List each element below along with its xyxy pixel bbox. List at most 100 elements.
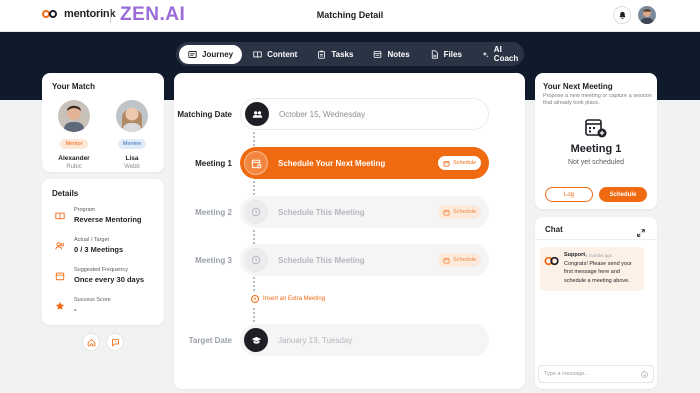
timeline-connector (253, 132, 255, 146)
graduation-cap-icon (244, 328, 268, 352)
meeting-3-label: Meeting 3 (195, 256, 232, 265)
message-time: 5 months ago (585, 252, 613, 258)
chat-title: Chat (545, 225, 563, 234)
log-button[interactable]: Log (545, 187, 593, 202)
detail-value: 0 / 3 Meetings (74, 245, 124, 254)
timeline-connector (253, 181, 255, 195)
chat-input[interactable] (544, 371, 634, 377)
mentor-badge: Mentor (60, 139, 88, 149)
people-icon (54, 240, 66, 252)
details-card: Details Program Reverse Mentoring Actual … (42, 179, 164, 325)
target-date-value: January 13, Tuesday (278, 335, 353, 345)
calendar-add-icon (585, 118, 607, 143)
your-match-card: Your Match Mentor Alexander Rubic Mentee… (42, 73, 164, 172)
meeting-2-row[interactable]: Schedule This Meeting Schedule (240, 196, 489, 228)
meeting-3-text: Schedule This Meeting (278, 255, 365, 265)
schedule-chip-label: Schedule (453, 160, 476, 166)
home-button[interactable] (82, 333, 100, 351)
support-avatar-icon (544, 253, 560, 271)
detail-meetings: Actual / Target 0 / 3 Meetings (54, 237, 164, 254)
meeting-1-text: Schedule Your Next Meeting (278, 158, 386, 168)
detail-value: Reverse Mentoring (74, 215, 142, 224)
schedule-chip-label: Schedule (453, 209, 476, 215)
mentor-avatar (58, 100, 90, 132)
chat-input-box (538, 365, 654, 383)
book-icon (54, 210, 66, 222)
insert-extra-meeting-label: Insert an Extra Meeting (263, 296, 326, 302)
mentee-profile[interactable]: Mentee Lisa Webb (109, 100, 155, 170)
page-title: Matching Detail (316, 10, 384, 20)
your-match-title: Your Match (52, 82, 95, 91)
calendar-icon (54, 270, 66, 282)
tab-bar: Journey Content Tasks Notes Files AI Coa… (176, 42, 524, 66)
feedback-button[interactable] (106, 333, 124, 351)
file-icon (431, 49, 438, 59)
detail-value: - (74, 305, 77, 314)
tab-files[interactable]: Files (421, 45, 471, 64)
mentor-first-name: Alexander (58, 155, 90, 162)
insert-extra-meeting-button[interactable]: + Insert an Extra Meeting (251, 295, 325, 303)
detail-value: Once every 30 days (74, 275, 145, 284)
journey-icon (188, 50, 197, 58)
notifications-button[interactable] (613, 6, 631, 24)
timeline-connector (253, 230, 255, 244)
tab-label: Journey (202, 49, 234, 59)
top-bar: mentorink ZEN.AI Matching Detail (0, 0, 700, 32)
tab-content[interactable]: Content (244, 45, 306, 64)
meeting-2-text: Schedule This Meeting (278, 207, 365, 217)
notes-icon (374, 50, 382, 58)
next-meeting-subtitle: Propose a new meeting or capture a sessi… (543, 93, 652, 107)
clock-icon (244, 200, 268, 224)
tab-label: AI Coach (493, 45, 519, 63)
meeting-1-schedule-button[interactable]: Schedule (438, 156, 481, 170)
detail-label: Program (74, 207, 96, 213)
target-date-row: January 13, Tuesday (240, 324, 489, 356)
matching-date-value: October 15, Wednesday (279, 109, 366, 119)
mentor-last-name: Rubic (66, 164, 82, 170)
meeting-1-row[interactable]: Schedule Your Next Meeting Schedule (240, 147, 489, 179)
tab-label: Files (443, 49, 462, 59)
mentor-profile[interactable]: Mentor Alexander Rubic (51, 100, 97, 170)
tab-ai-coach[interactable]: AI Coach (473, 45, 529, 64)
tab-journey[interactable]: Journey (179, 44, 243, 64)
meeting-3-schedule-button[interactable]: Schedule (438, 253, 481, 267)
chat-card: Chat Support 5 months ago Congrats! Plea… (535, 217, 657, 389)
detail-label: Actual / Target (74, 237, 110, 243)
people-icon (245, 102, 269, 126)
timeline-connector (253, 308, 255, 322)
plus-icon: + (251, 295, 259, 303)
home-icon (87, 338, 95, 346)
clipboard-icon (318, 50, 326, 59)
message-icon (111, 338, 119, 347)
mentee-badge: Mentee (117, 139, 147, 149)
clock-icon (244, 248, 268, 272)
book-icon (253, 50, 262, 58)
next-meeting-name: Meeting 1 (570, 143, 622, 155)
detail-success-score: Success Score - (54, 297, 164, 314)
bell-icon (618, 11, 626, 19)
sparkle-icon (482, 51, 489, 57)
star-icon (54, 300, 66, 312)
tab-notes[interactable]: Notes (364, 45, 418, 64)
matching-date-label: Matching Date (177, 110, 232, 119)
tab-label: Content (267, 49, 298, 59)
detail-label: Suggested Frequency (74, 267, 128, 273)
mentee-avatar (116, 100, 148, 132)
mentee-last-name: Webb (124, 164, 140, 170)
message-text: Congrats! Please send your first message… (564, 261, 632, 284)
meeting-1-label: Meeting 1 (195, 159, 232, 168)
calendar-icon (443, 160, 450, 167)
chat-message: Support 5 months ago Congrats! Please se… (540, 247, 644, 291)
tab-tasks[interactable]: Tasks (308, 45, 362, 64)
mentee-first-name: Lisa (125, 155, 139, 162)
meeting-2-schedule-button[interactable]: Schedule (438, 205, 481, 219)
meeting-2-label: Meeting 2 (195, 208, 232, 217)
meeting-3-row[interactable]: Schedule This Meeting Schedule (240, 244, 489, 276)
emoji-icon[interactable] (641, 370, 648, 378)
schedule-button[interactable]: Schedule (599, 187, 647, 202)
calendar-add-icon (244, 151, 268, 175)
user-avatar[interactable] (638, 6, 656, 24)
timeline-connector (253, 277, 255, 291)
detail-frequency: Suggested Frequency Once every 30 days (54, 267, 164, 284)
details-title: Details (52, 189, 79, 198)
